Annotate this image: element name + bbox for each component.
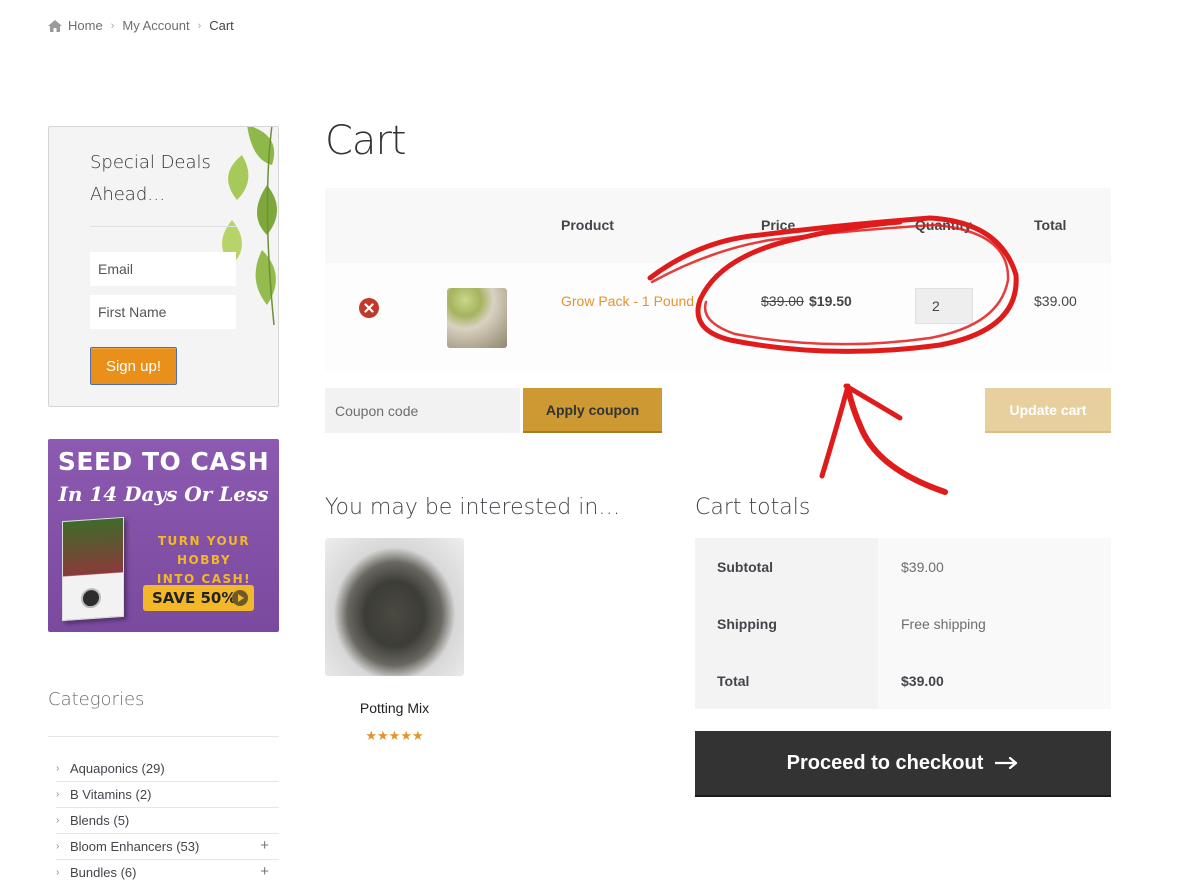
book-cover-icon xyxy=(62,516,124,622)
breadcrumb-separator-icon: › xyxy=(110,19,115,32)
newsletter-divider xyxy=(90,226,236,227)
chevron-right-icon: › xyxy=(56,763,60,774)
category-list: › Aquaponics (29) › B Vitamins (2) › Blends… xyxy=(56,756,279,885)
promo-title: SEED TO CASH xyxy=(57,447,270,476)
promo-tagline: TURN YOUR HOBBY INTO CASH! xyxy=(136,532,272,589)
chevron-right-icon: › xyxy=(56,815,60,826)
categories-divider xyxy=(48,736,279,737)
category-label: Blends (5) xyxy=(70,813,130,828)
newsletter-widget: Special Deals Ahead… Sign up! xyxy=(48,126,279,407)
shipping-value: Free shipping xyxy=(878,595,1111,652)
remove-item-button[interactable] xyxy=(359,298,379,318)
chevron-right-icon: › xyxy=(56,789,60,800)
category-item[interactable]: › Bundles (6) + xyxy=(56,860,279,885)
chevron-right-icon: › xyxy=(56,867,60,878)
quantity-input[interactable] xyxy=(915,288,973,324)
category-label: Bloom Enhancers (53) xyxy=(70,839,200,854)
cart-table-header: Product Price Quantity Total xyxy=(325,188,1111,263)
play-icon xyxy=(232,590,248,606)
cart-totals-title: Cart totals xyxy=(695,495,811,520)
header-quantity: Quantity xyxy=(915,217,972,233)
header-price: Price xyxy=(761,217,796,233)
line-total: $39.00 xyxy=(1034,293,1077,309)
promo-banner[interactable]: SEED TO CASH In 14 Days Or Less TURN YOU… xyxy=(48,439,279,632)
categories-title: Categories xyxy=(48,689,145,710)
product-name-link[interactable]: Grow Pack - 1 Pound xyxy=(561,293,694,309)
proceed-to-checkout-button[interactable]: Proceed to checkout xyxy=(695,731,1111,795)
apply-coupon-button[interactable]: Apply coupon xyxy=(523,388,662,433)
breadcrumb: Home › My Account › Cart xyxy=(48,18,234,33)
close-icon xyxy=(364,303,374,313)
category-item[interactable]: › Blends (5) xyxy=(56,808,279,834)
subtotal-value: $39.00 xyxy=(878,538,1111,595)
total-row: Total $39.00 xyxy=(695,652,1111,709)
signup-button[interactable]: Sign up! xyxy=(90,347,177,385)
arrow-right-icon xyxy=(995,757,1018,769)
checkout-label: Proceed to checkout xyxy=(786,751,984,774)
total-value: $39.00 xyxy=(878,652,1111,709)
first-name-field[interactable] xyxy=(90,295,236,329)
expand-plus-icon[interactable]: + xyxy=(260,837,269,854)
category-item[interactable]: › Bloom Enhancers (53) + xyxy=(56,834,279,860)
breadcrumb-home-link[interactable]: Home xyxy=(68,18,103,33)
breadcrumb-account-link[interactable]: My Account xyxy=(122,18,189,33)
subtotal-row: Subtotal $39.00 xyxy=(695,538,1111,595)
page-title: Cart xyxy=(325,118,407,164)
category-label: B Vitamins (2) xyxy=(70,787,152,802)
category-item[interactable]: › Aquaponics (29) xyxy=(56,756,279,782)
expand-plus-icon[interactable]: + xyxy=(260,863,269,880)
total-label: Total xyxy=(695,652,878,709)
promo-tagline-line-1: TURN YOUR HOBBY xyxy=(157,534,251,567)
subtotal-label: Subtotal xyxy=(695,538,878,595)
newsletter-title: Special Deals Ahead… xyxy=(90,152,211,205)
header-total: Total xyxy=(1034,217,1067,233)
category-label: Aquaponics (29) xyxy=(70,761,165,776)
product-thumbnail[interactable] xyxy=(447,288,507,348)
chevron-right-icon: › xyxy=(56,841,60,852)
cross-sell-title: You may be interested in… xyxy=(325,495,621,520)
shipping-row: Shipping Free shipping xyxy=(695,595,1111,652)
cart-table: Product Price Quantity Total Grow Pack -… xyxy=(325,188,1111,372)
star-rating-icon: ★★★★★ xyxy=(365,728,424,743)
shipping-label: Shipping xyxy=(695,595,878,652)
breadcrumb-current: Cart xyxy=(209,18,234,33)
cross-sell-product-image[interactable] xyxy=(325,538,464,676)
home-icon xyxy=(48,19,62,32)
sale-price: $19.50 xyxy=(809,293,852,309)
breadcrumb-separator-icon: › xyxy=(197,19,202,32)
cart-totals-table: Subtotal $39.00 Shipping Free shipping T… xyxy=(695,538,1111,709)
header-product: Product xyxy=(561,217,614,233)
promo-save-label: SAVE 50% xyxy=(152,589,237,607)
update-cart-button[interactable]: Update cart xyxy=(985,388,1111,433)
cross-sell-product-name[interactable]: Potting Mix xyxy=(325,700,464,716)
cart-item-row: Grow Pack - 1 Pound $39.00 $19.50 $39.00 xyxy=(325,263,1111,372)
category-label: Bundles (6) xyxy=(70,865,137,880)
coupon-code-input[interactable] xyxy=(325,388,520,433)
promo-subtitle: In 14 Days Or Less xyxy=(58,482,269,506)
category-item[interactable]: › B Vitamins (2) xyxy=(56,782,279,808)
original-price: $39.00 xyxy=(761,293,804,309)
email-field[interactable] xyxy=(90,252,236,286)
promo-save-button[interactable]: SAVE 50% xyxy=(143,585,254,611)
